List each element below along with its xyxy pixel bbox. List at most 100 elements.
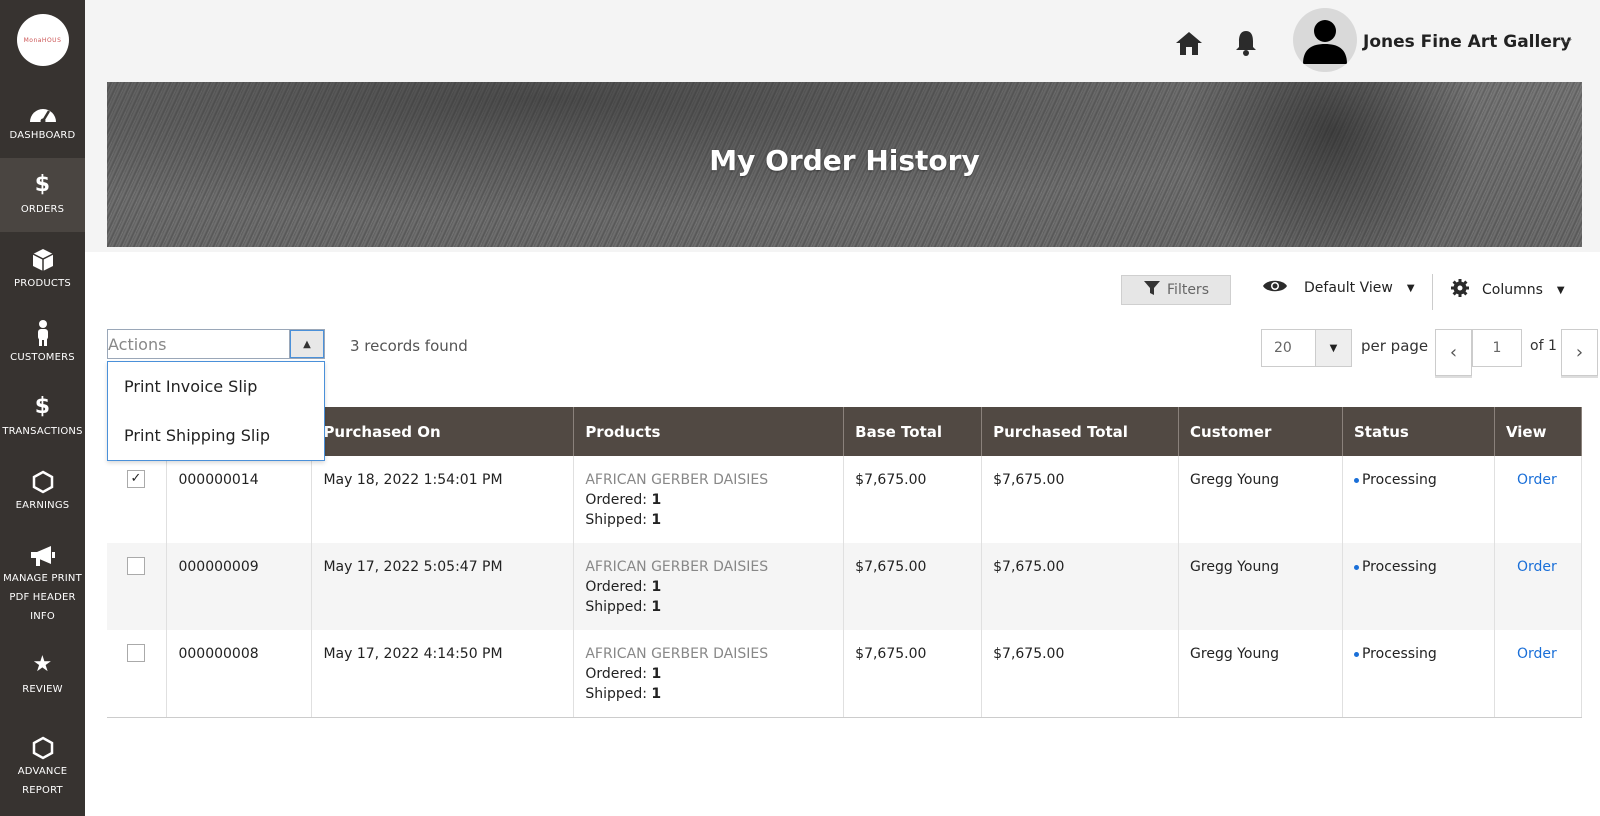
per-page-select[interactable]: 20 ▼	[1261, 329, 1352, 367]
filters-label: Filters	[1167, 282, 1209, 298]
shipped-label: Shipped:	[585, 686, 652, 702]
table-row[interactable]: 000000008 May 17, 2022 4:14:50 PM AFRICA…	[107, 630, 1583, 718]
ordered-value: 1	[651, 492, 662, 508]
view-order-link[interactable]: Order	[1517, 472, 1557, 488]
hexagon-icon	[32, 468, 54, 494]
view-order-link[interactable]: Order	[1517, 646, 1557, 662]
chevron-down-icon[interactable]: ﹀	[1560, 36, 1572, 53]
status-cell: Processing	[1342, 456, 1495, 543]
sidebar-item-label: MANAGE PRINT PDF HEADER INFO	[3, 572, 82, 622]
table-row[interactable]: ✓ 000000014 May 18, 2022 1:54:01 PM AFRI…	[107, 456, 1583, 543]
column-header-base-total[interactable]: Base Total	[843, 407, 983, 456]
view-switcher[interactable]: Default View ▼	[1262, 278, 1415, 298]
sidebar-item-dashboard[interactable]: DASHBOARD	[0, 84, 85, 158]
filters-button[interactable]: Filters	[1121, 275, 1231, 305]
order-id: 000000008	[166, 630, 313, 718]
caret-down-icon[interactable]: ▼	[1315, 330, 1351, 366]
product-name: AFRICAN GERBER DAISIES	[585, 559, 769, 575]
sidebar-item-label: EARNINGS	[15, 499, 70, 511]
caret-down-icon: ▼	[1406, 282, 1415, 294]
purchased-on: May 17, 2022 4:14:50 PM	[311, 630, 575, 718]
column-header-status[interactable]: Status	[1342, 407, 1495, 456]
base-total: $7,675.00	[843, 456, 983, 543]
status-badge: Processing	[1361, 559, 1437, 575]
column-header-products[interactable]: Products	[573, 407, 845, 456]
sidebar-item-earnings[interactable]: EARNINGS	[0, 454, 85, 528]
status-dot-icon	[1353, 651, 1359, 657]
view-order-link[interactable]: Order	[1517, 559, 1557, 575]
sidebar-item-review[interactable]: ★ REVIEW	[0, 638, 85, 712]
row-checkbox[interactable]: ✓	[127, 470, 145, 488]
sidebar-item-label: CUSTOMERS	[10, 351, 75, 363]
view-cell: Order	[1494, 630, 1583, 718]
sidebar-item-transactions[interactable]: $ TRANSACTIONS	[0, 380, 85, 454]
actions-placeholder: Actions	[108, 335, 167, 354]
sidebar-item-customers[interactable]: CUSTOMERS	[0, 306, 85, 380]
sidebar-item-orders[interactable]: $ ORDERS	[0, 158, 85, 232]
page-number-input[interactable]	[1472, 329, 1522, 367]
sidebar-item-manage-print-pdf[interactable]: MANAGE PRINT PDF HEADER INFO	[0, 528, 85, 638]
per-page-label: per page	[1361, 337, 1429, 355]
customer-name: Gregg Young	[1178, 456, 1343, 543]
actions-select[interactable]: Actions ▲	[107, 329, 325, 359]
gear-icon	[1450, 278, 1470, 302]
brand-logo[interactable]: MonaHOUS	[16, 14, 69, 66]
sidebar-nav: DASHBOARD $ ORDERS PRODUCTS CUSTOMERS $ …	[0, 84, 85, 816]
columns-button[interactable]: Columns ▼	[1450, 278, 1565, 302]
dollar-icon: $	[34, 171, 51, 197]
column-header-purchased-on[interactable]: Purchased On	[311, 407, 575, 456]
user-name[interactable]: Jones Fine Art Gallery	[1363, 32, 1571, 52]
purchased-total: $7,675.00	[981, 543, 1180, 630]
sidebar-item-products[interactable]: PRODUCTS	[0, 232, 85, 306]
sidebar: MonaHOUS DASHBOARD $ ORDERS PRODUCTS CUS…	[0, 0, 85, 816]
per-page-value: 20	[1274, 340, 1292, 356]
column-header-view[interactable]: View	[1494, 407, 1583, 456]
avatar[interactable]	[1293, 8, 1357, 72]
sidebar-item-label: PRODUCTS	[14, 277, 71, 289]
bell-icon[interactable]	[1231, 28, 1261, 58]
sidebar-item-label: TRANSACTIONS	[2, 425, 83, 437]
chevron-left-icon: ‹	[1449, 342, 1458, 363]
table-header-row: ID Purchased On Products Base Total Purc…	[107, 407, 1583, 456]
ordered-label: Ordered:	[585, 666, 652, 682]
shipped-qty: Shipped: 1	[585, 510, 832, 530]
sidebar-item-label: ADVANCE REPORT	[17, 766, 68, 796]
page-title: My Order History	[709, 144, 980, 177]
menu-item-print-shipping-slip[interactable]: Print Shipping Slip	[108, 411, 324, 460]
row-checkbox[interactable]	[127, 557, 145, 575]
sidebar-item-advance-report[interactable]: ADVANCE REPORT	[0, 712, 85, 816]
products-cell: AFRICAN GERBER DAISIES Ordered: 1 Shippe…	[573, 456, 845, 543]
records-count: 3 records found	[350, 337, 468, 355]
brand-logo-text: MonaHOUS	[23, 36, 62, 44]
product-name: AFRICAN GERBER DAISIES	[585, 646, 769, 662]
product-name: AFRICAN GERBER DAISIES	[585, 472, 769, 488]
ordered-qty: Ordered: 1	[585, 490, 832, 510]
shipped-value: 1	[651, 512, 662, 528]
shipped-label: Shipped:	[585, 599, 652, 615]
view-cell: Order	[1494, 543, 1583, 630]
person-icon	[36, 319, 50, 346]
shipped-label: Shipped:	[585, 512, 652, 528]
view-cell: Order	[1494, 456, 1583, 543]
star-icon: ★	[32, 651, 53, 677]
column-header-purchased-total[interactable]: Purchased Total	[981, 407, 1180, 456]
divider	[1432, 274, 1433, 310]
dollar-icon: $	[34, 393, 51, 419]
ordered-qty: Ordered: 1	[585, 577, 832, 597]
sidebar-item-label: REVIEW	[22, 683, 63, 695]
caret-up-icon[interactable]: ▲	[289, 330, 324, 358]
gauge-icon	[28, 98, 58, 124]
shipped-value: 1	[651, 599, 662, 615]
row-checkbox[interactable]	[127, 644, 145, 662]
home-icon[interactable]	[1174, 28, 1204, 58]
orders-table: ID Purchased On Products Base Total Purc…	[107, 407, 1583, 718]
column-header-customer[interactable]: Customer	[1178, 407, 1343, 456]
previous-page-button[interactable]: ‹	[1435, 329, 1472, 376]
next-page-button[interactable]: ›	[1561, 329, 1598, 376]
box-icon	[31, 246, 55, 272]
menu-item-print-invoice-slip[interactable]: Print Invoice Slip	[108, 362, 324, 411]
ordered-value: 1	[651, 666, 662, 682]
ordered-value: 1	[651, 579, 662, 595]
select-cell	[107, 630, 168, 718]
table-row[interactable]: 000000009 May 17, 2022 5:05:47 PM AFRICA…	[107, 543, 1583, 630]
